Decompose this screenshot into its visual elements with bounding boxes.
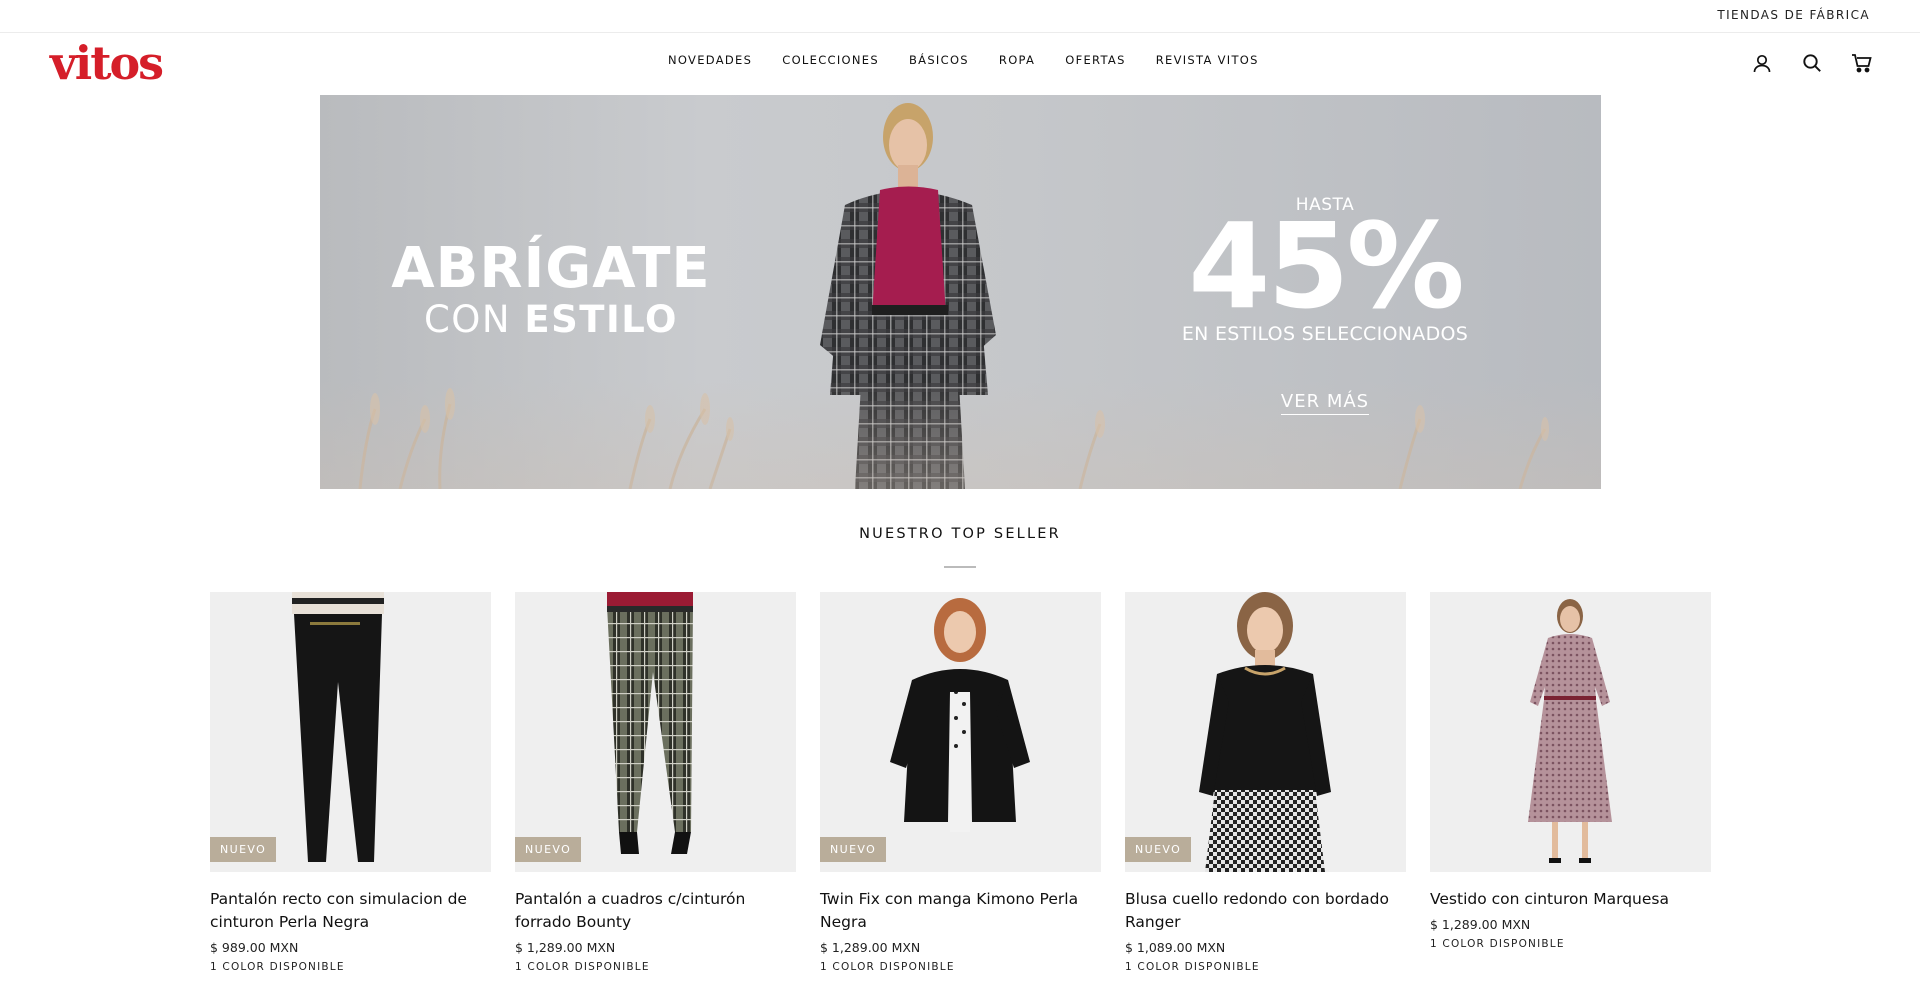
product-image[interactable]: NUEVO [210,592,491,872]
product-colors: 1 COLOR DISPONIBLE [515,961,650,973]
hero-subtitle-pre: CON [423,298,512,341]
product-image[interactable]: NUEVO [515,592,796,872]
product-photo [1199,592,1331,872]
hero-estilos: EN ESTILOS SELECCIONADOS [1181,323,1469,346]
product-grid: NUEVO Pantalón recto con simulacion de c… [210,592,1712,973]
main-nav: NOVEDADES COLECCIONES BÁSICOS ROPA OFERT… [668,53,1259,67]
new-badge: NUEVO [210,837,277,862]
product-name[interactable]: Twin Fix con manga Kimono Perla Negra [820,888,1101,934]
product-price: $ 989.00 MXN [210,940,299,955]
section-divider [944,566,976,568]
product-price: $ 1,089.00 MXN [1125,940,1226,955]
hero-subtitle: CON ESTILO [386,301,716,338]
new-badge: NUEVO [820,837,887,862]
nav-novedades[interactable]: NOVEDADES [668,53,752,67]
product-card[interactable]: Vestido con cinturon Marquesa $ 1,289.00… [1430,592,1711,973]
hero-percent: 45% [1188,197,1464,335]
product-photo [1528,599,1612,863]
product-photo [607,592,693,854]
hero-headline: ABRÍGATE CON ESTILO [386,236,716,339]
new-badge: NUEVO [1125,837,1192,862]
product-photo [890,598,1030,832]
hero-offer: HASTA 45% EN ESTILOS SELECCIONADOS VER M… [1175,195,1475,416]
hero-subtitle-bold: ESTILO [524,298,679,341]
ver-mas-link[interactable]: VER MÁS [1280,391,1370,416]
nav-ofertas[interactable]: OFERTAS [1065,53,1126,67]
product-photo [292,592,384,862]
top-bar: TIENDAS DE FÁBRICA [0,0,1920,33]
product-price: $ 1,289.00 MXN [515,940,616,955]
product-image[interactable]: NUEVO [820,592,1101,872]
product-colors: 1 COLOR DISPONIBLE [1125,961,1260,973]
new-badge: NUEVO [515,837,582,862]
product-name[interactable]: Pantalón a cuadros c/cinturón forrado Bo… [515,888,796,934]
account-icon[interactable] [1750,51,1774,75]
product-colors: 1 COLOR DISPONIBLE [1430,938,1565,950]
nav-basicos[interactable]: BÁSICOS [909,53,969,67]
product-colors: 1 COLOR DISPONIBLE [210,961,345,973]
product-name[interactable]: Vestido con cinturon Marquesa [1430,888,1711,911]
product-card[interactable]: NUEVO Blusa cuello redondo con bordado R… [1125,592,1406,973]
vitos-logo[interactable]: vitos [50,40,164,86]
cart-icon[interactable] [1850,51,1874,75]
header-icons [1750,51,1874,75]
hero-title: ABRÍGATE [391,236,711,301]
product-card[interactable]: NUEVO Twin Fix con manga Kimono Perla Ne… [820,592,1101,973]
nav-ropa[interactable]: ROPA [999,53,1035,67]
product-name[interactable]: Pantalón recto con simulacion de cinturo… [210,888,491,934]
factory-stores-link[interactable]: TIENDAS DE FÁBRICA [1717,8,1870,22]
product-image[interactable]: NUEVO [1125,592,1406,872]
site-header: vitos NOVEDADES COLECCIONES BÁSICOS ROPA… [0,33,1920,95]
product-price: $ 1,289.00 MXN [820,940,921,955]
product-card[interactable]: NUEVO Pantalón a cuadros c/cinturón forr… [515,592,796,973]
product-image[interactable] [1430,592,1711,872]
hero-banner[interactable]: ABRÍGATE CON ESTILO HASTA 45% EN ESTILOS… [320,95,1601,489]
product-colors: 1 COLOR DISPONIBLE [820,961,955,973]
product-name[interactable]: Blusa cuello redondo con bordado Ranger [1125,888,1406,934]
section-title: NUESTRO TOP SELLER [859,526,1061,542]
nav-revista-vitos[interactable]: REVISTA VITOS [1156,53,1259,67]
product-price: $ 1,289.00 MXN [1430,917,1531,932]
nav-colecciones[interactable]: COLECCIONES [782,53,879,67]
search-icon[interactable] [1800,51,1824,75]
product-card[interactable]: NUEVO Pantalón recto con simulacion de c… [210,592,491,973]
